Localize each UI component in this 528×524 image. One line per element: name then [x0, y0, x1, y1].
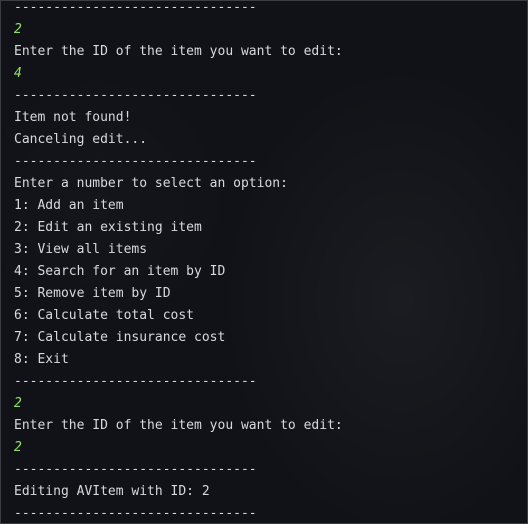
output-line: 1: Add an item [14, 198, 124, 213]
output-line: 8: Exit [14, 352, 69, 367]
output-line: 3: View all items [14, 242, 148, 257]
output-line: ------------------------------- [14, 154, 257, 169]
user-input-line: 2 [14, 396, 22, 411]
output-line: Enter the ID of the item you want to edi… [14, 418, 343, 433]
output-line: 2: Edit an existing item [14, 220, 202, 235]
terminal-window[interactable]: ------------------------------- 2 Enter th… [0, 0, 528, 524]
user-input-line: 2 [14, 440, 22, 455]
output-line: 4: Search for an item by ID [14, 264, 226, 279]
output-line: Enter a number to select an option: [14, 176, 288, 191]
output-line: ------------------------------- [14, 506, 257, 521]
output-line: 6: Calculate total cost [14, 308, 195, 323]
output-line: ------------------------------- [14, 462, 257, 477]
output-line: ------------------------------- [14, 374, 257, 389]
user-input-line: 4 [14, 66, 22, 81]
terminal-output: ------------------------------- 2 Enter th… [14, 0, 343, 523]
output-line: 5: Remove item by ID [14, 286, 171, 301]
output-line: Item not found! [14, 110, 132, 125]
user-input-line: 2 [14, 22, 22, 37]
output-line: ------------------------------- [14, 0, 257, 15]
output-line: Canceling edit... [14, 132, 148, 147]
output-line: Editing AVItem with ID: 2 [14, 484, 210, 499]
output-line: ------------------------------- [14, 88, 257, 103]
output-line: 7: Calculate insurance cost [14, 330, 226, 345]
output-line: Enter the ID of the item you want to edi… [14, 44, 343, 59]
